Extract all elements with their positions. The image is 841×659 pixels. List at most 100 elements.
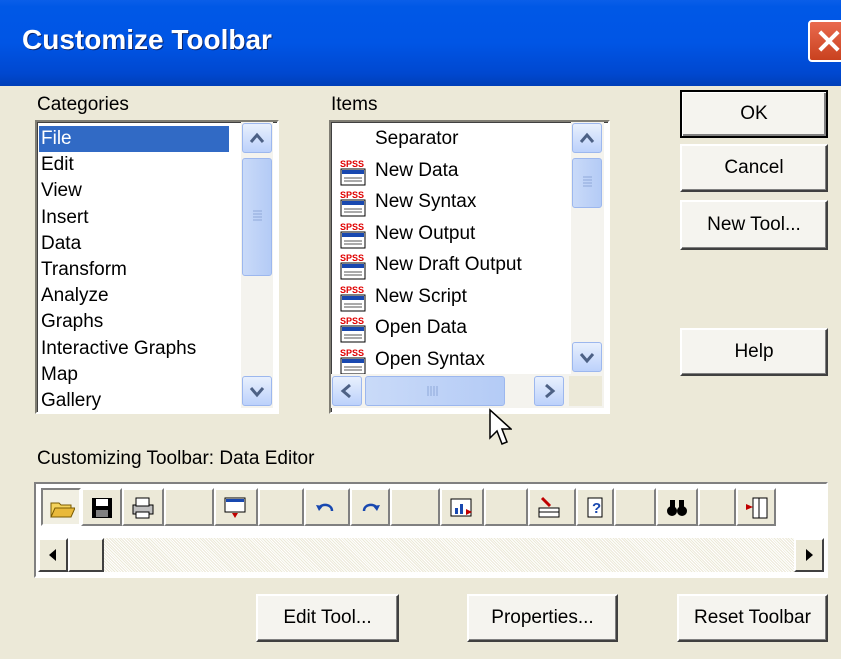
grip-icon (583, 176, 592, 187)
svg-text:SPSS: SPSS (340, 253, 364, 263)
scroll-thumb[interactable] (572, 158, 602, 208)
toolbar-button[interactable] (350, 488, 390, 526)
spss-open-data-icon: SPSS (340, 316, 366, 343)
categories-listbox[interactable]: File Edit View Insert Data Transform Analyze Gr… (35, 120, 279, 414)
toolbar-preview[interactable]: ? (34, 482, 828, 578)
scroll-thumb[interactable] (68, 538, 104, 572)
svg-text:?: ? (592, 500, 601, 517)
items-horizontal-scrollbar[interactable] (331, 374, 604, 408)
scroll-left-button[interactable] (38, 538, 68, 572)
item-row[interactable]: Separator (331, 126, 569, 156)
reset-toolbar-button[interactable]: Reset Toolbar (677, 594, 828, 642)
undo-icon (316, 503, 334, 512)
category-item[interactable]: Insert (41, 205, 89, 231)
triangle-left-icon (49, 549, 56, 561)
close-icon[interactable] (808, 20, 841, 62)
toolbar-button[interactable]: ? (576, 488, 614, 526)
category-item[interactable]: Map (41, 362, 78, 388)
svg-text:SPSS: SPSS (340, 348, 364, 358)
toolbar-button[interactable] (41, 488, 81, 526)
category-item[interactable]: Graphs (41, 309, 103, 335)
item-label: New Output (375, 222, 476, 244)
toolbar-button[interactable] (122, 488, 164, 526)
chevron-down-icon (249, 387, 265, 398)
item-row[interactable]: SPSS New Output (331, 221, 569, 251)
toolbar-button[interactable] (528, 488, 576, 526)
category-item[interactable]: Edit (41, 152, 74, 178)
grip-icon (253, 210, 262, 221)
scroll-right-button[interactable] (534, 376, 564, 406)
scroll-left-button[interactable] (332, 376, 362, 406)
chevron-up-icon (249, 132, 265, 143)
svg-text:SPSS: SPSS (340, 159, 364, 169)
category-item[interactable]: Transform (41, 257, 127, 283)
category-item[interactable]: Interactive Graphs (41, 336, 196, 362)
items-vertical-scrollbar[interactable] (571, 122, 604, 374)
scroll-thumb[interactable] (242, 158, 272, 276)
toolbar-button[interactable] (656, 488, 698, 526)
edit-tool-button-label: Edit Tool... (283, 607, 372, 628)
find-binoculars-icon (667, 500, 687, 516)
new-tool-button[interactable]: New Tool... (680, 200, 828, 250)
item-row[interactable]: SPSS New Draft Output (331, 252, 569, 282)
toolbar-separator (614, 488, 656, 526)
chevron-right-icon (545, 383, 556, 399)
ok-button-label: OK (740, 103, 768, 124)
category-item[interactable]: Analyze (41, 283, 109, 309)
item-row[interactable]: SPSS New Script (331, 284, 569, 314)
toolbar-button[interactable] (81, 488, 122, 526)
category-item[interactable]: Gallery (41, 388, 101, 412)
categories-scrollbar[interactable] (241, 122, 273, 408)
item-label: New Script (375, 285, 467, 307)
item-label: New Syntax (375, 191, 477, 212)
scroll-up-button[interactable] (242, 123, 272, 153)
cancel-button[interactable]: Cancel (680, 144, 828, 192)
toolbar-button[interactable] (440, 488, 484, 526)
customize-toolbar-dialog: Customize Toolbar Categories Items File E… (0, 0, 841, 659)
properties-button[interactable]: Properties... (467, 594, 618, 642)
svg-text:SPSS: SPSS (340, 285, 364, 295)
category-item[interactable]: Data (41, 231, 81, 257)
chevron-down-icon (579, 353, 595, 364)
customizing-toolbar-label: Customizing Toolbar: Data Editor (37, 448, 315, 469)
spss-open-syntax-icon: SPSS (340, 348, 366, 374)
toolbar-button[interactable] (304, 488, 350, 526)
svg-text:SPSS: SPSS (340, 222, 364, 232)
help-button[interactable]: Help (680, 328, 828, 376)
item-row[interactable]: SPSS Open Syntax (331, 347, 569, 377)
ok-button[interactable]: OK (680, 90, 828, 138)
dialog-recall-icon (224, 497, 246, 518)
scroll-down-button[interactable] (572, 342, 602, 372)
item-label: Open Data (375, 317, 467, 338)
window-title: Customize Toolbar (22, 24, 272, 55)
item-row[interactable]: SPSS New Syntax (331, 189, 569, 219)
toolbar-separator (164, 488, 214, 526)
variables-icon: ? (587, 497, 603, 518)
item-row[interactable]: SPSS New Data (331, 158, 569, 188)
scroll-thumb[interactable] (365, 376, 505, 406)
item-label: Separator (375, 128, 459, 149)
item-label: New Data (375, 159, 459, 181)
open-folder-icon (50, 502, 75, 518)
items-label: Items (331, 94, 378, 115)
toolbar-separator (390, 488, 440, 526)
toolbar-button[interactable] (736, 488, 776, 526)
category-item[interactable]: View (41, 178, 82, 204)
category-item[interactable]: File (39, 126, 229, 152)
toolbar-horizontal-scrollbar[interactable] (38, 538, 824, 572)
spss-new-data-icon: SPSS (340, 159, 366, 185)
item-row[interactable]: SPSS Open Data (331, 315, 569, 345)
edit-tool-button[interactable]: Edit Tool... (256, 594, 399, 642)
scroll-right-button[interactable] (794, 538, 824, 572)
item-label: New Draft Output (375, 254, 522, 275)
title-bar[interactable]: Customize Toolbar (0, 0, 841, 86)
insert-variable-icon (746, 497, 768, 519)
toolbar-button[interactable] (214, 488, 258, 526)
chevron-left-icon (340, 383, 351, 399)
spss-new-draft-output-icon: SPSS (340, 253, 366, 280)
scroll-up-button[interactable] (572, 123, 602, 153)
item-label: Open Syntax (375, 348, 485, 370)
toolbar-separator (258, 488, 304, 526)
items-listbox[interactable]: Separator SPSS New Data SPSS New Syntax SPSS N… (329, 120, 610, 414)
scroll-down-button[interactable] (242, 376, 272, 406)
